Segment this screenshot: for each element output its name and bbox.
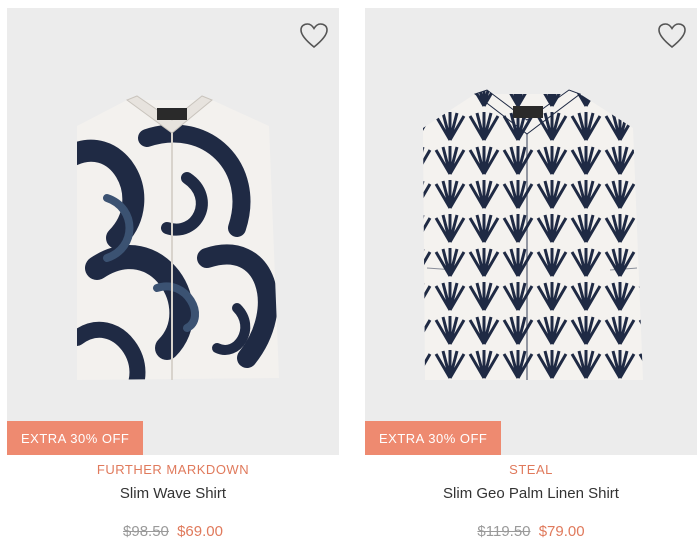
product-name[interactable]: Slim Geo Palm Linen Shirt <box>365 485 697 502</box>
discount-badge: EXTRA 30% OFF <box>7 421 144 455</box>
product-image[interactable]: EXTRA 30% OFF <box>365 8 697 455</box>
original-price: $119.50 <box>477 523 531 540</box>
price-row: $119.50 $79.00 <box>365 523 697 540</box>
product-card[interactable]: EXTRA 30% OFF FURTHER MARKDOWN Slim Wave… <box>7 0 339 540</box>
price-row: $98.50 $69.00 <box>7 523 339 540</box>
geo-palm-shirt-image <box>423 89 643 380</box>
original-price: $98.50 <box>123 523 169 540</box>
product-tagline: STEAL <box>509 462 553 477</box>
discount-badge: EXTRA 30% OFF <box>365 421 502 455</box>
product-tagline: FURTHER MARKDOWN <box>96 462 250 477</box>
product-name[interactable]: Slim Wave Shirt <box>7 485 339 502</box>
wave-shirt-image <box>77 95 279 380</box>
product-image[interactable]: EXTRA 30% OFF <box>7 8 339 455</box>
sale-price: $79.00 <box>538 523 585 540</box>
wishlist-heart-icon[interactable] <box>657 22 687 50</box>
product-name-link[interactable]: Slim Geo Palm Linen Shirt <box>443 485 619 502</box>
wishlist-heart-icon[interactable] <box>299 22 329 50</box>
product-card[interactable]: EXTRA 30% OFF STEAL Slim Geo Palm Linen … <box>365 0 697 540</box>
sale-price: $69.00 <box>177 523 223 540</box>
product-name-link[interactable]: Slim Wave Shirt <box>120 485 226 502</box>
